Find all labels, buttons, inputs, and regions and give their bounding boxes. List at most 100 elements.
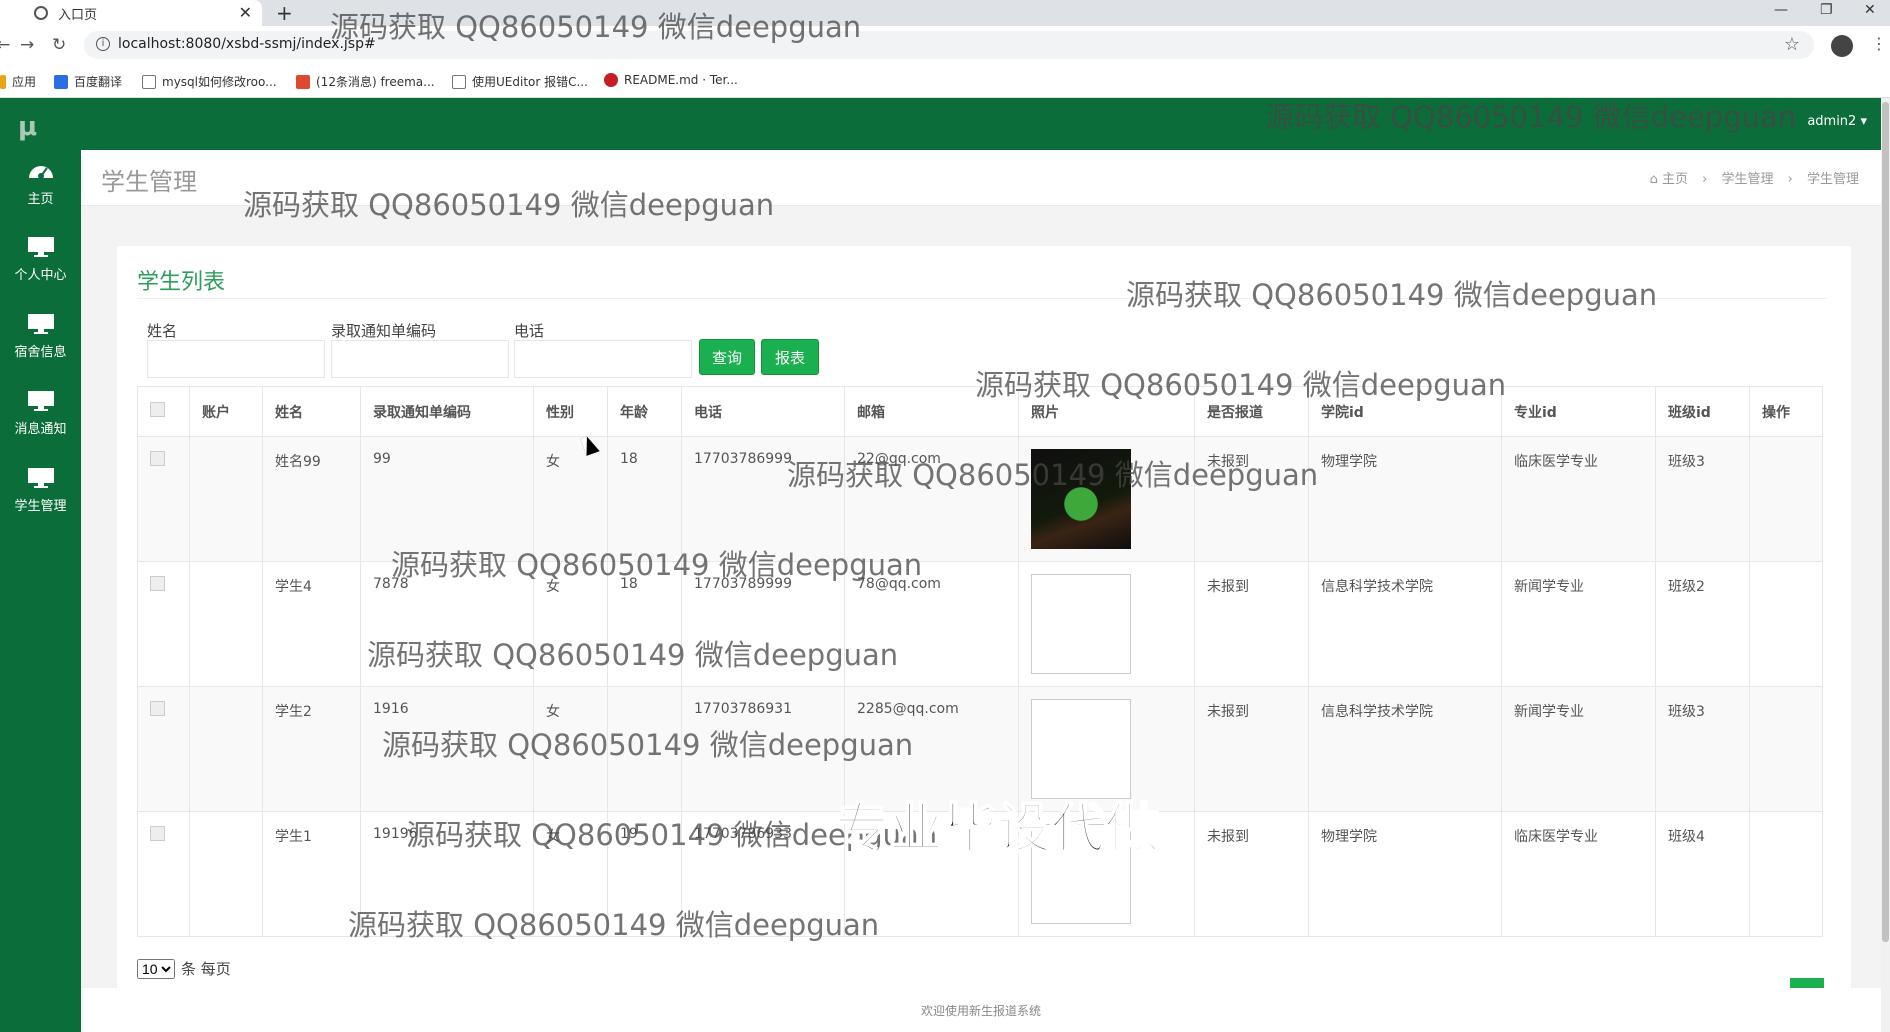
footer: 欢迎使用新生报道系统 [81, 988, 1881, 1032]
bookmarks-bar: 应用 百度翻译 mysql如何修改roo... (12条消息) freema..… [0, 64, 1890, 98]
breadcrumb-section[interactable]: 学生管理 [1721, 172, 1773, 187]
apps-icon [0, 74, 6, 89]
cell-gender: 女 [533, 561, 608, 687]
select-all-checkbox[interactable] [150, 402, 165, 417]
cell-reported: 未报到 [1194, 686, 1309, 812]
scrollbar-thumb[interactable] [1882, 102, 1889, 942]
breadcrumb-home[interactable]: 主页 [1662, 172, 1688, 187]
bookmark-ueditor[interactable]: 使用UEditor 报错C... [452, 73, 588, 90]
monitor-icon [27, 314, 54, 334]
col-gender[interactable]: 性别 [533, 386, 608, 437]
cell-reported: 未报到 [1194, 811, 1309, 937]
report-button[interactable]: 报表 [761, 339, 819, 375]
top-navbar: admin2 ▾ [81, 98, 1881, 150]
phone-filter-input[interactable] [514, 340, 692, 378]
page-header: 学生管理 ⌂ 主页 › 学生管理 › 学生管理 [81, 150, 1881, 206]
cell-email [844, 811, 1019, 937]
sidebar-item-label: 学生管理 [14, 499, 67, 514]
col-phone[interactable]: 电话 [681, 386, 845, 437]
row-checkbox[interactable] [150, 576, 165, 591]
cell-notice-code: 1916 [360, 686, 534, 812]
address-row: ← → ↻ i localhost:8080/xsbd-ssmj/index.j… [0, 26, 1890, 64]
cell-gender: 女 [533, 686, 608, 812]
bookmark-mysql[interactable]: mysql如何修改roo... [142, 73, 277, 90]
row-select-cell [137, 561, 190, 687]
broken-image-icon[interactable] [1031, 574, 1131, 674]
browser-menu-icon[interactable]: ⋮ [1871, 34, 1887, 53]
new-tab-button[interactable]: + [276, 1, 293, 25]
close-window-icon[interactable]: ✕ [1864, 2, 1876, 18]
cell-photo [1018, 686, 1195, 812]
chevron-right-icon: › [1787, 172, 1793, 187]
bookmark-baidu-translate[interactable]: 百度翻译 [54, 73, 122, 90]
cell-phone: 17703786931 [681, 686, 845, 812]
dashboard-icon [28, 166, 53, 179]
col-account[interactable]: 账户 [189, 386, 263, 437]
name-filter-input[interactable] [147, 340, 325, 378]
minimize-icon[interactable]: — [1774, 2, 1788, 18]
reload-icon[interactable]: ↻ [52, 35, 66, 55]
cell-actions [1749, 686, 1823, 812]
cell-notice-code: 99 [360, 436, 534, 562]
cell-major: 新闻学专业 [1501, 561, 1656, 687]
back-to-top-button[interactable] [1790, 978, 1824, 988]
bookmark-readme[interactable]: README.md · Ter... [604, 73, 738, 87]
breadcrumb-current: 学生管理 [1806, 172, 1859, 187]
search-button[interactable]: 查询 [699, 339, 755, 375]
broken-image-icon[interactable] [1031, 699, 1131, 799]
back-icon[interactable]: ← [0, 35, 10, 55]
username: admin2 [1807, 114, 1857, 129]
restore-icon[interactable]: ❐ [1820, 2, 1833, 18]
student-photo-frog[interactable] [1031, 449, 1131, 549]
cell-class: 班级4 [1655, 811, 1750, 937]
cell-reported: 未报到 [1194, 436, 1309, 562]
cell-class: 班级3 [1655, 686, 1750, 812]
col-email[interactable]: 邮箱 [844, 386, 1019, 437]
address-bar[interactable]: i localhost:8080/xsbd-ssmj/index.jsp# ☆ [84, 31, 1814, 59]
col-age[interactable]: 年龄 [607, 386, 682, 437]
user-menu[interactable]: admin2 ▾ [1807, 114, 1867, 129]
cell-major: 新闻学专业 [1501, 686, 1656, 812]
col-class[interactable]: 班级id [1655, 386, 1750, 437]
col-major[interactable]: 专业id [1501, 386, 1656, 437]
col-photo[interactable]: 照片 [1018, 386, 1195, 437]
row-checkbox[interactable] [150, 451, 165, 466]
scrollbar[interactable] [1881, 98, 1890, 1032]
col-college[interactable]: 学院id [1308, 386, 1502, 437]
sidebar-item-home[interactable]: 主页 [0, 160, 81, 236]
globe-icon [34, 6, 48, 20]
bookmark-star-icon[interactable]: ☆ [1784, 34, 1800, 55]
notice-code-filter-input[interactable] [331, 340, 509, 378]
profile-avatar-icon[interactable] [1831, 35, 1853, 57]
col-name[interactable]: 姓名 [262, 386, 361, 437]
select-all-cell [137, 386, 190, 437]
cell-class: 班级2 [1655, 561, 1750, 687]
table-row: 姓名99 99 女 18 17703786999 22@qq.com 未报到 物… [137, 436, 1823, 562]
browser-tab[interactable]: 入口页 ✕ [0, 0, 262, 26]
sidebar-item-profile[interactable]: 个人中心 [0, 236, 81, 312]
forward-icon[interactable]: → [20, 35, 34, 55]
page-size-select[interactable]: 10 [137, 958, 175, 979]
bookmark-freemarker[interactable]: (12条消息) freema... [296, 73, 435, 90]
sidebar-item-students[interactable]: 学生管理 [0, 467, 81, 543]
site-info-icon[interactable]: i [96, 37, 110, 51]
row-select-cell [137, 811, 190, 937]
col-notice-code[interactable]: 录取通知单编码 [360, 386, 534, 437]
name-filter-label: 姓名 [147, 322, 178, 340]
cell-account [189, 686, 263, 812]
sidebar-item-dorm[interactable]: 宿舍信息 [0, 313, 81, 389]
cell-college: 信息科学技术学院 [1308, 561, 1502, 687]
bookmark-apps[interactable]: 应用 [0, 73, 36, 90]
cell-college: 信息科学技术学院 [1308, 686, 1502, 812]
close-tab-icon[interactable]: ✕ [239, 3, 252, 22]
row-checkbox[interactable] [150, 701, 165, 716]
url-text[interactable]: localhost:8080/xsbd-ssmj/index.jsp# [118, 36, 376, 52]
row-select-cell [137, 436, 190, 562]
broken-image-icon[interactable] [1031, 824, 1131, 924]
cell-gender: 女 [533, 811, 608, 937]
sidebar-item-notices[interactable]: 消息通知 [0, 390, 81, 466]
col-reported[interactable]: 是否报道 [1194, 386, 1309, 437]
notice-code-filter-label: 录取通知单编码 [331, 322, 437, 340]
divider [137, 298, 1827, 299]
row-checkbox[interactable] [150, 826, 165, 841]
